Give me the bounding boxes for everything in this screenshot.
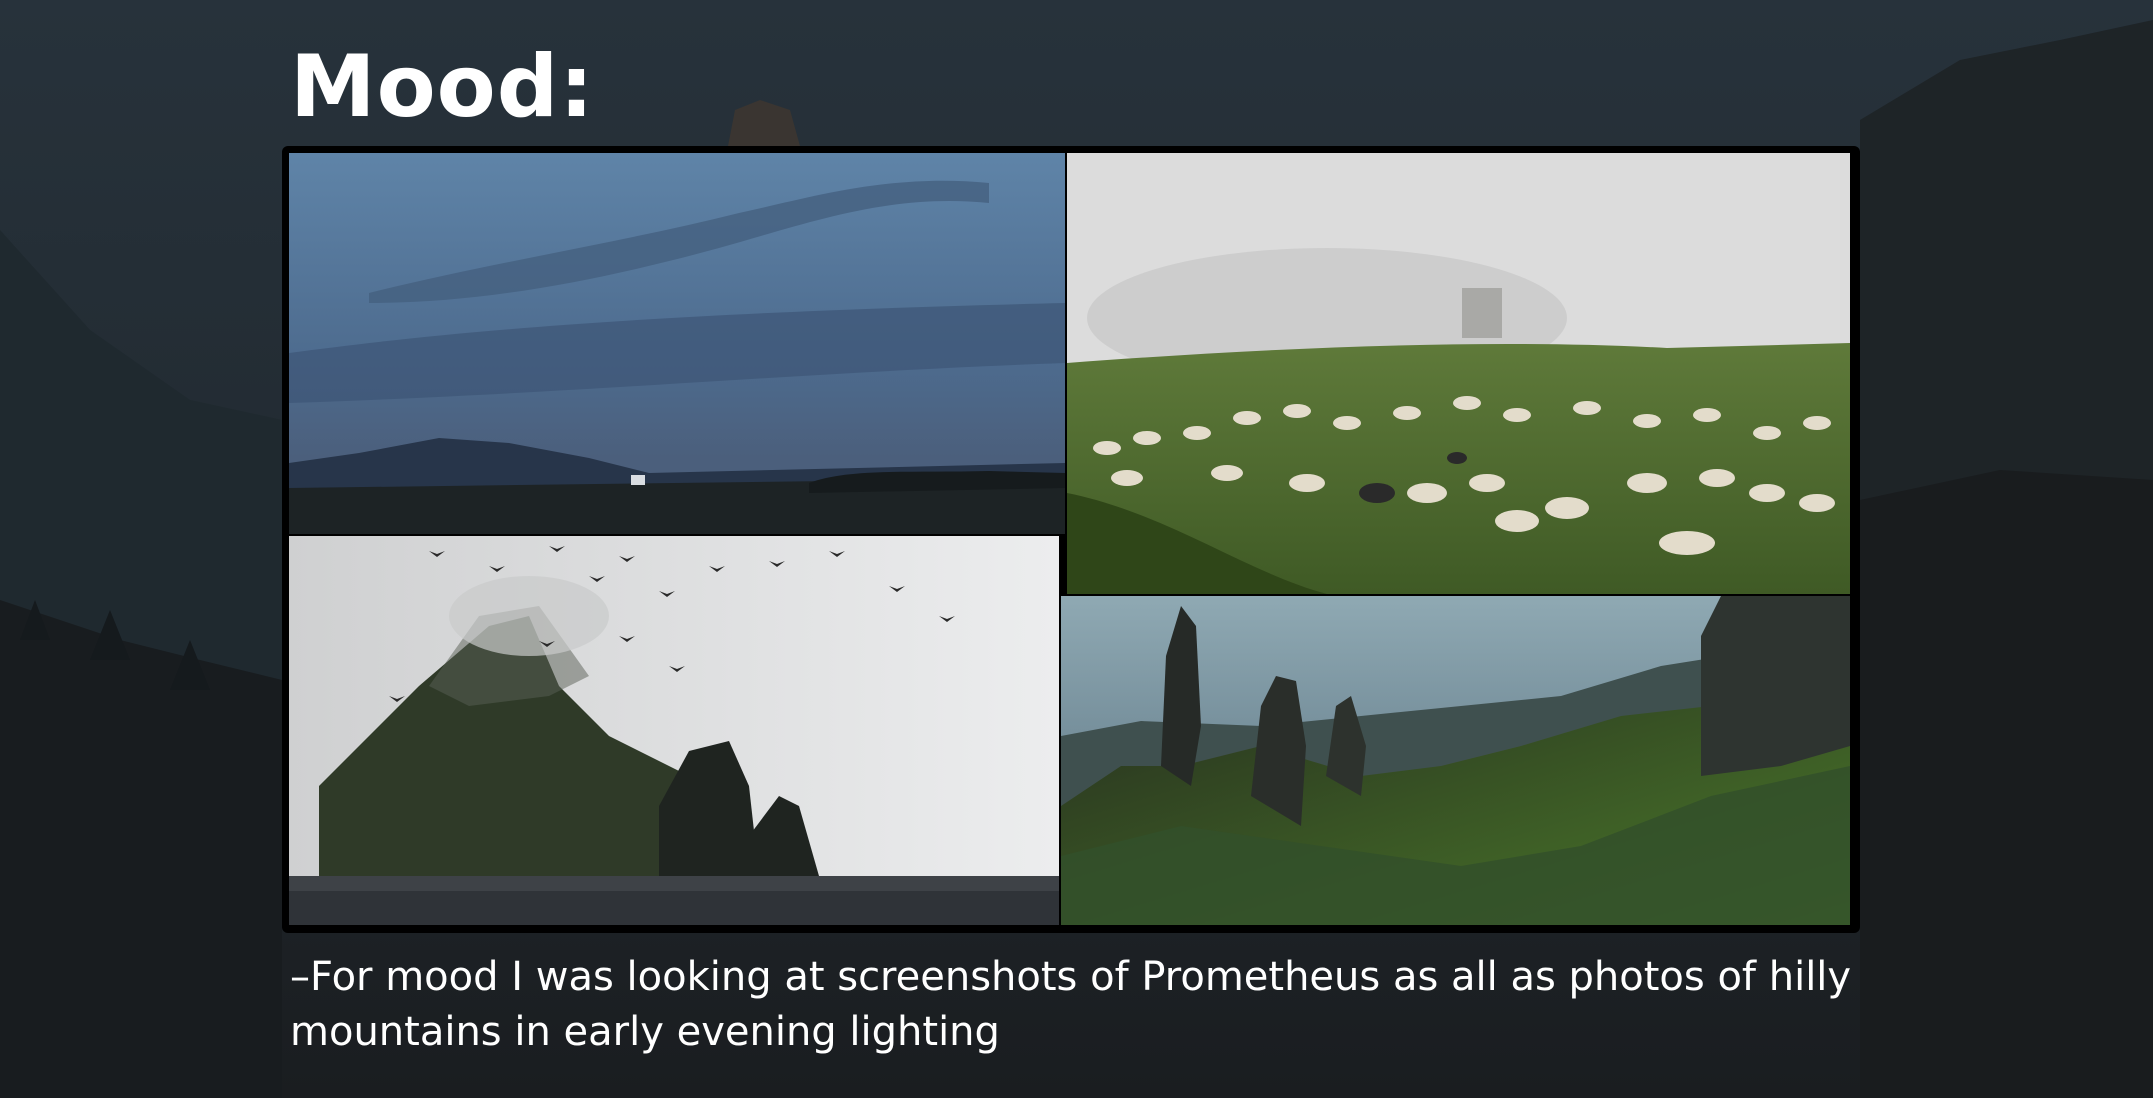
misty-island-photo bbox=[289, 536, 1059, 925]
slide-title: Mood: bbox=[290, 37, 595, 137]
dusk-sky-photo bbox=[289, 153, 1065, 534]
sheep-hill-photo bbox=[1067, 153, 1850, 594]
slide-caption: –For mood I was looking at screenshots o… bbox=[290, 954, 1852, 1055]
rock-spires-photo bbox=[1061, 596, 1850, 925]
